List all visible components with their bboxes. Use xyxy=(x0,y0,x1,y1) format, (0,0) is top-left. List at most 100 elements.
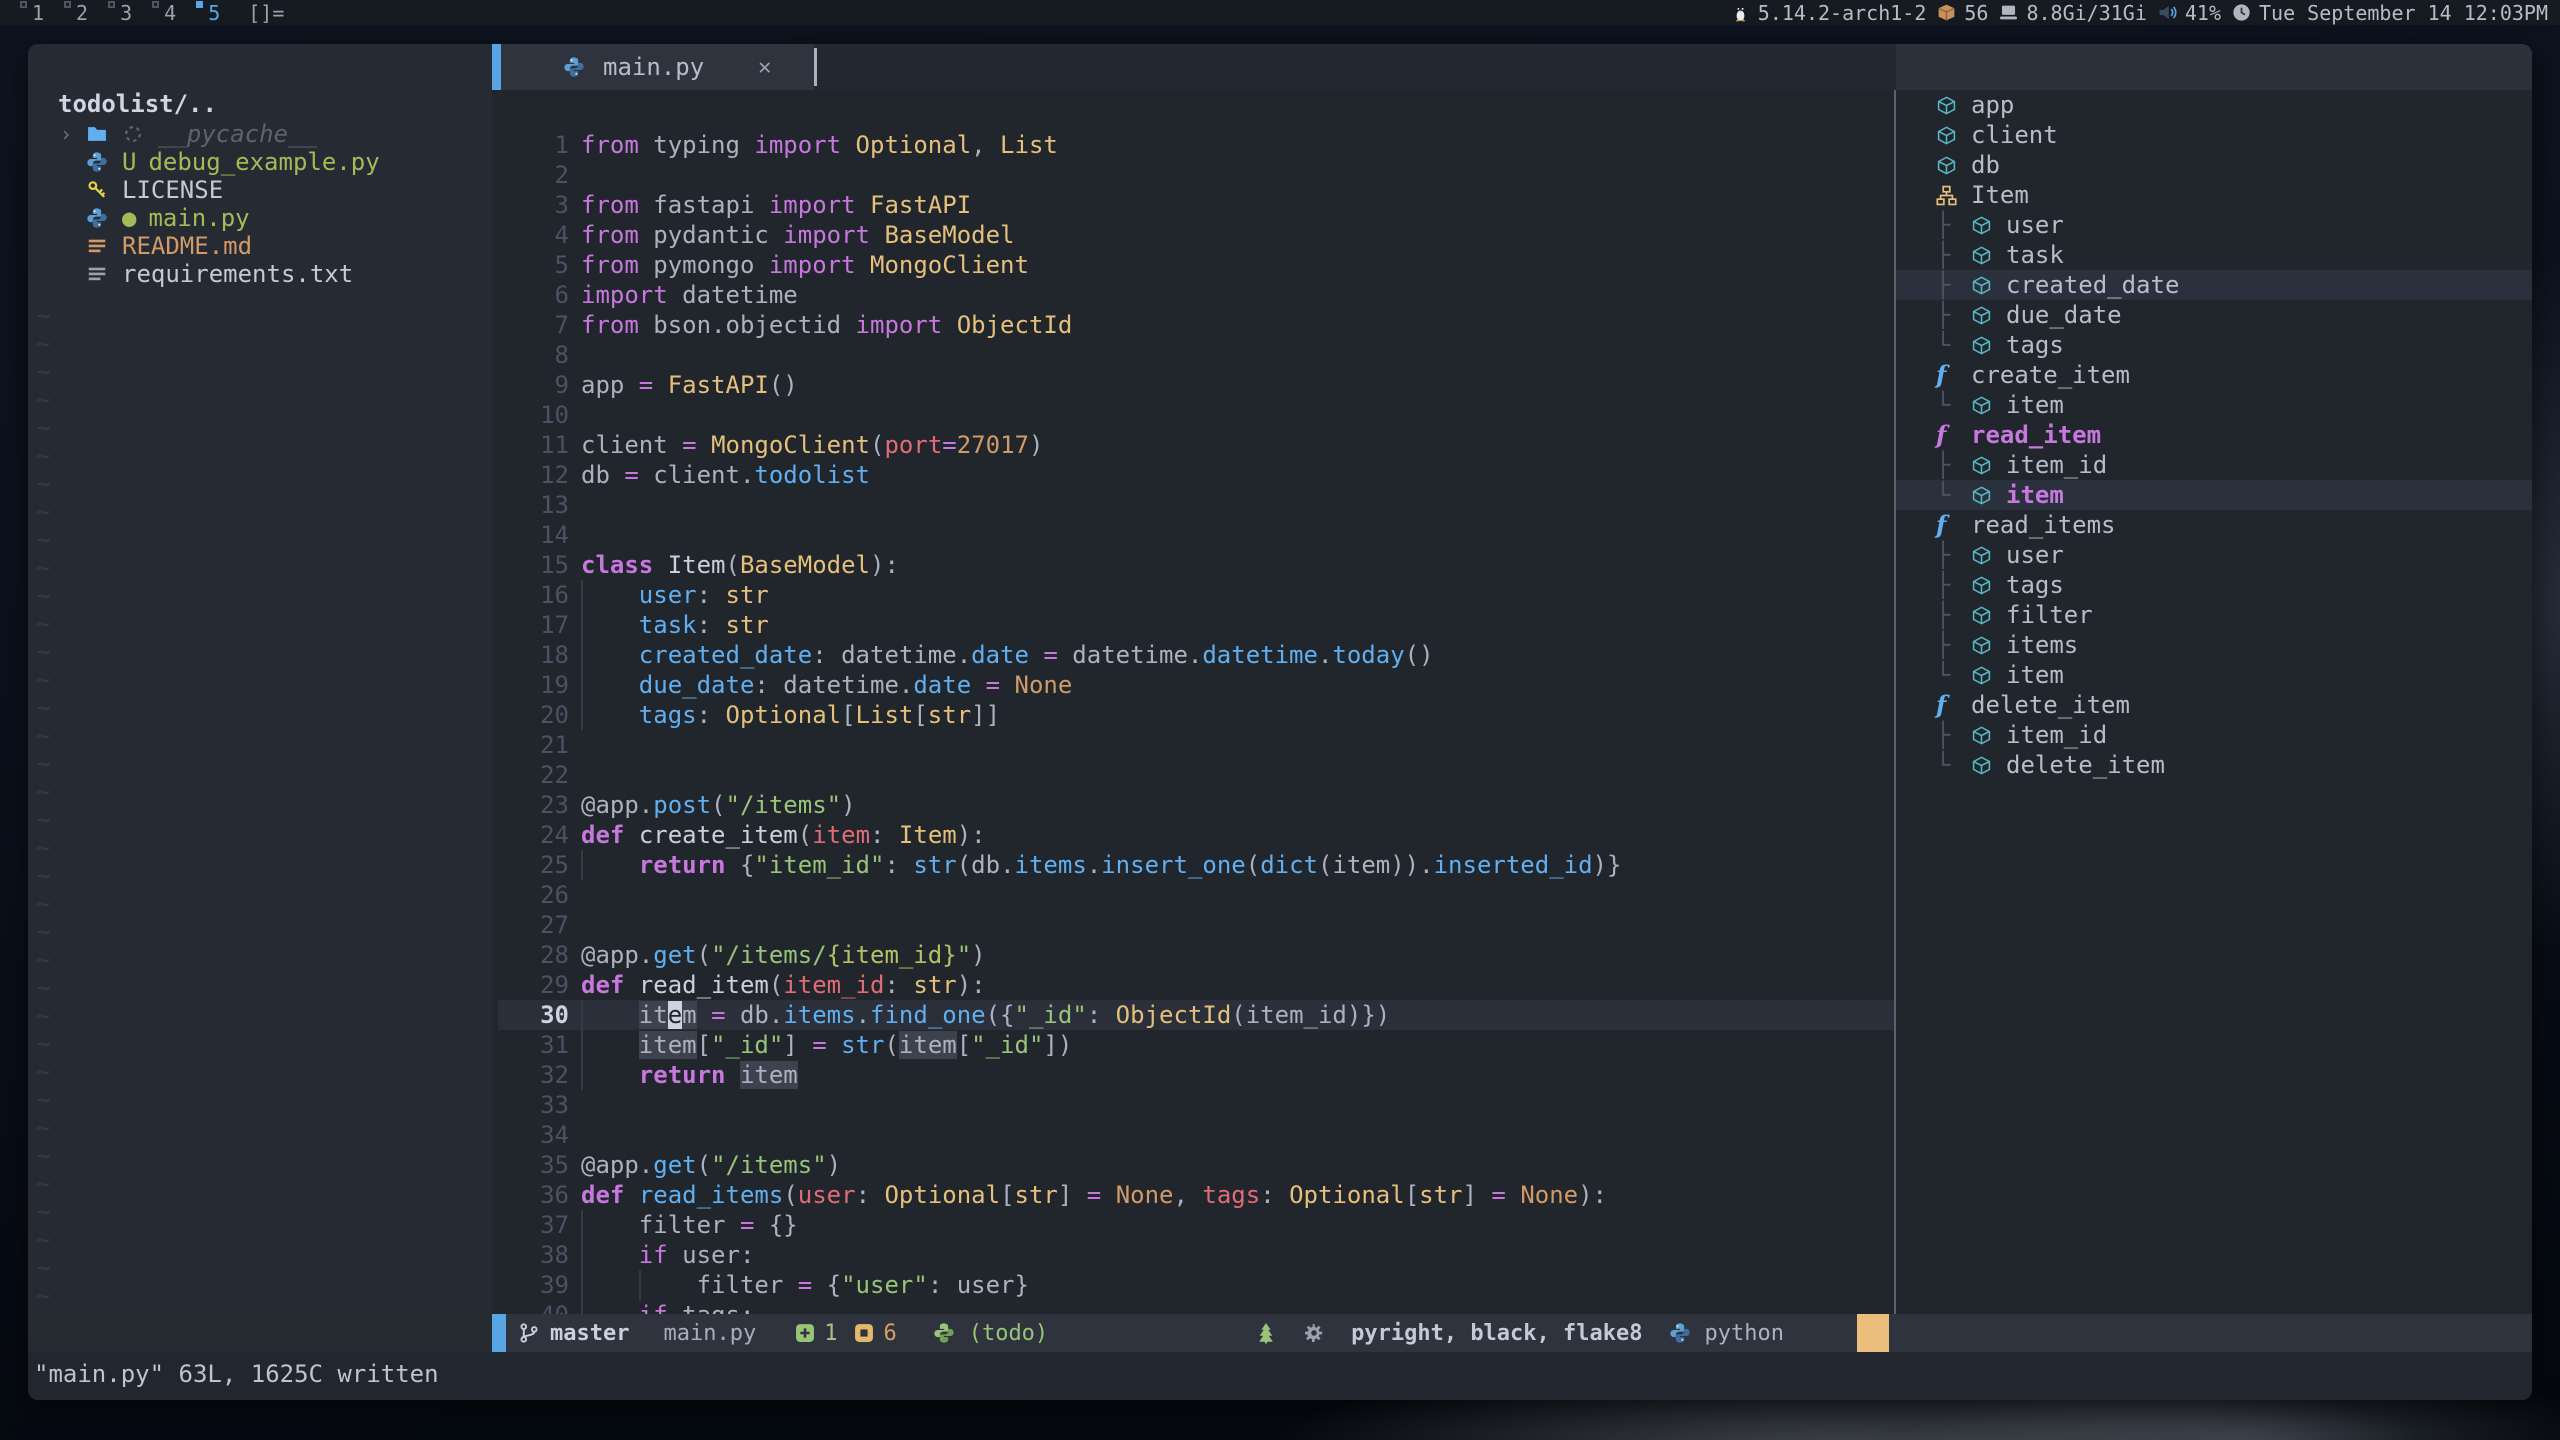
tab-main-py[interactable]: main.py ✕ xyxy=(501,44,814,90)
symbol-item-read_items[interactable]: fread_items xyxy=(1896,510,2532,540)
workspace-5[interactable]: 5 xyxy=(194,1,220,25)
symbol-item-Item[interactable]: Item xyxy=(1896,180,2532,210)
code-line-6[interactable]: 6import datetime xyxy=(498,280,1894,310)
code-line-29[interactable]: 29def read_item(item_id: str): xyxy=(498,970,1894,1000)
code-line-5[interactable]: 5from pymongo import MongoClient xyxy=(498,250,1894,280)
symbol-item-user[interactable]: ├user xyxy=(1896,210,2532,240)
symbol-item-app[interactable]: app xyxy=(1896,90,2532,120)
code-line-13[interactable]: 13 xyxy=(498,490,1894,520)
code-text: app = FastAPI() xyxy=(581,371,798,399)
code-line-15[interactable]: 15class Item(BaseModel): xyxy=(498,550,1894,580)
code-line-18[interactable]: 18 created_date: datetime.date = datetim… xyxy=(498,640,1894,670)
symbol-item-created_date[interactable]: ├created_date xyxy=(1896,270,2532,300)
code-line-16[interactable]: 16 user: str xyxy=(498,580,1894,610)
layout-symbol[interactable]: []= xyxy=(248,1,284,25)
code-line-21[interactable]: 21 xyxy=(498,730,1894,760)
code-line-36[interactable]: 36def read_items(user: Optional[str] = N… xyxy=(498,1180,1894,1210)
code-line-27[interactable]: 27 xyxy=(498,910,1894,940)
code-text: item["_id"] = str(item["_id"]) xyxy=(581,1031,1072,1059)
code-line-25[interactable]: 25 return {"item_id": str(db.items.inser… xyxy=(498,850,1894,880)
code-line-17[interactable]: 17 task: str xyxy=(498,610,1894,640)
tree-connector: ├ xyxy=(1936,210,1971,240)
code-line-20[interactable]: 20 tags: Optional[List[str]] xyxy=(498,700,1894,730)
line-number: 4 xyxy=(498,220,573,250)
file-explorer-panel[interactable]: todolist/.. ›__pycache__Udebug_example.p… xyxy=(28,44,492,1314)
line-number: 22 xyxy=(498,760,573,790)
code-line-4[interactable]: 4from pydantic import BaseModel xyxy=(498,220,1894,250)
symbol-item-tags[interactable]: ├tags xyxy=(1896,570,2532,600)
code-line-38[interactable]: 38 if user: xyxy=(498,1240,1894,1270)
workspace-3[interactable]: 3 xyxy=(106,1,132,25)
workspace-2[interactable]: 2 xyxy=(62,1,88,25)
tab-label: main.py xyxy=(603,53,704,81)
workspace-1[interactable]: 1 xyxy=(18,1,44,25)
file-name-label: LICENSE xyxy=(122,176,223,204)
code-line-8[interactable]: 8 xyxy=(498,340,1894,370)
code-line-12[interactable]: 12db = client.todolist xyxy=(498,460,1894,490)
code-line-26[interactable]: 26 xyxy=(498,880,1894,910)
code-line-11[interactable]: 11client = MongoClient(port=27017) xyxy=(498,430,1894,460)
code-line-39[interactable]: 39 filter = {"user": user} xyxy=(498,1270,1894,1300)
code-editor[interactable]: 1from typing import Optional, List23from… xyxy=(498,90,1894,1314)
symbol-item-delete_item[interactable]: fdelete_item xyxy=(1896,690,2532,720)
code-line-24[interactable]: 24def create_item(item: Item): xyxy=(498,820,1894,850)
code-line-33[interactable]: 33 xyxy=(498,1090,1894,1120)
code-line-37[interactable]: 37 filter = {} xyxy=(498,1210,1894,1240)
code-text: return item xyxy=(581,1061,798,1089)
symbol-item-item[interactable]: └item xyxy=(1896,660,2532,690)
file-item-__pycache__[interactable]: ›__pycache__ xyxy=(28,120,492,148)
symbol-label: task xyxy=(2006,240,2064,270)
code-line-19[interactable]: 19 due_date: datetime.date = None xyxy=(498,670,1894,700)
symbol-item-task[interactable]: ├task xyxy=(1896,240,2532,270)
code-line-3[interactable]: 3from fastapi import FastAPI xyxy=(498,190,1894,220)
code-line-30[interactable]: 30 item = db.items.find_one({"_id": Obje… xyxy=(498,1000,1894,1030)
workspace-4[interactable]: 4 xyxy=(150,1,176,25)
code-line-22[interactable]: 22 xyxy=(498,760,1894,790)
symbol-item-item_id[interactable]: ├item_id xyxy=(1896,720,2532,750)
file-item-README.md[interactable]: README.md xyxy=(28,232,492,260)
line-number: 15 xyxy=(498,550,573,580)
symbol-label: user xyxy=(2006,540,2064,570)
tree-connector: ├ xyxy=(1936,570,1971,600)
code-line-10[interactable]: 10 xyxy=(498,400,1894,430)
symbol-item-client[interactable]: client xyxy=(1896,120,2532,150)
tab-close-icon[interactable]: ✕ xyxy=(758,55,771,80)
code-line-34[interactable]: 34 xyxy=(498,1120,1894,1150)
code-line-1[interactable]: 1from typing import Optional, List xyxy=(498,130,1894,160)
folder-chevron-icon[interactable]: › xyxy=(60,120,86,148)
symbol-item-db[interactable]: db xyxy=(1896,150,2532,180)
file-tree-root[interactable]: todolist/.. xyxy=(28,44,492,120)
file-item-LICENSE[interactable]: LICENSE xyxy=(28,176,492,204)
indent-guide xyxy=(581,1030,583,1060)
symbol-item-read_item[interactable]: fread_item xyxy=(1896,420,2532,450)
file-item-main.py[interactable]: ●main.py xyxy=(28,204,492,232)
variable-cube-icon xyxy=(1971,604,1997,626)
code-line-14[interactable]: 14 xyxy=(498,520,1894,550)
symbol-item-item[interactable]: └item xyxy=(1896,390,2532,420)
symbol-item-due_date[interactable]: ├due_date xyxy=(1896,300,2532,330)
code-line-28[interactable]: 28@app.get("/items/{item_id}") xyxy=(498,940,1894,970)
python-icon xyxy=(86,207,112,229)
symbol-item-delete_item[interactable]: └delete_item xyxy=(1896,750,2532,780)
symbol-item-items[interactable]: ├items xyxy=(1896,630,2532,660)
symbol-item-create_item[interactable]: fcreate_item xyxy=(1896,360,2532,390)
symbol-item-user[interactable]: ├user xyxy=(1896,540,2532,570)
code-line-31[interactable]: 31 item["_id"] = str(item["_id"]) xyxy=(498,1030,1894,1060)
code-line-23[interactable]: 23@app.post("/items") xyxy=(498,790,1894,820)
indent-guide xyxy=(581,1210,583,1240)
code-line-2[interactable]: 2 xyxy=(498,160,1894,190)
symbol-item-item_id[interactable]: ├item_id xyxy=(1896,450,2532,480)
symbol-item-tags[interactable]: └tags xyxy=(1896,330,2532,360)
symbols-outline-panel[interactable]: appclientdbItem├user├task├created_date├d… xyxy=(1896,90,2532,1314)
file-item-requirements.txt[interactable]: requirements.txt xyxy=(28,260,492,288)
symbol-item-item[interactable]: └item xyxy=(1896,480,2532,510)
code-line-7[interactable]: 7from bson.objectid import ObjectId xyxy=(498,310,1894,340)
file-item-debug_example.py[interactable]: Udebug_example.py xyxy=(28,148,492,176)
symbol-item-filter[interactable]: ├filter xyxy=(1896,600,2532,630)
code-text: @app.post("/items") xyxy=(581,791,856,819)
code-line-32[interactable]: 32 return item xyxy=(498,1060,1894,1090)
code-line-9[interactable]: 9app = FastAPI() xyxy=(498,370,1894,400)
code-text: due_date: datetime.date = None xyxy=(581,671,1072,699)
filetype-label: python xyxy=(1705,1321,1784,1346)
code-line-35[interactable]: 35@app.get("/items") xyxy=(498,1150,1894,1180)
